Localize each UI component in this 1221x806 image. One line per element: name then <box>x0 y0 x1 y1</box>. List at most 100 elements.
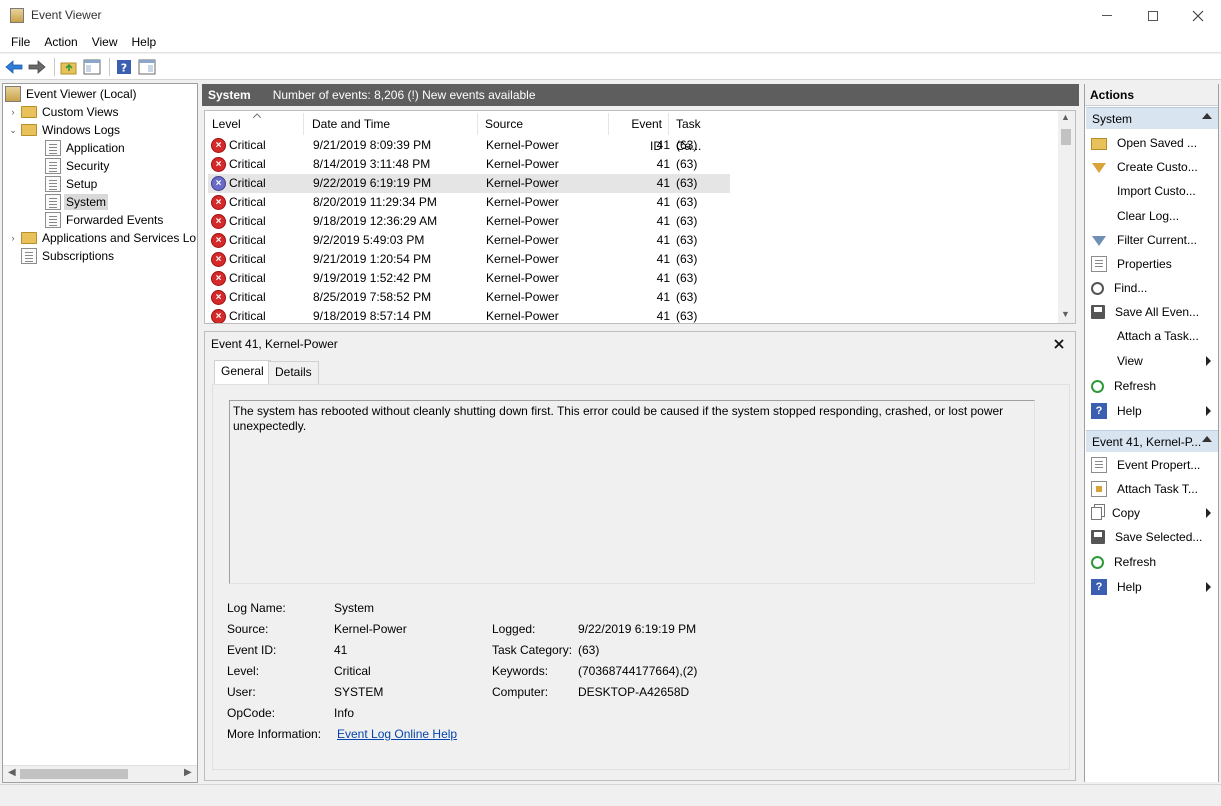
event-row[interactable]: × Critical 9/21/2019 1:20:54 PM Kernel-Powe… <box>208 250 730 269</box>
action-help-event[interactable]: ? Help <box>1085 576 1218 598</box>
actions-section-event[interactable]: Event 41, Kernel-P... <box>1086 430 1218 452</box>
task-category-label: Task Category: <box>492 643 573 657</box>
event-datetime: 8/14/2019 3:11:48 PM <box>313 157 431 171</box>
scroll-left-icon[interactable]: ◀ <box>8 767 16 778</box>
tree-item-system[interactable]: System <box>43 193 109 211</box>
menu-action[interactable]: Action <box>37 31 84 53</box>
tree-item-application[interactable]: Application <box>43 139 127 157</box>
action-help[interactable]: ? Help <box>1085 400 1218 422</box>
close-button[interactable] <box>1175 0 1221 31</box>
column-header-level[interactable]: Level <box>205 113 304 135</box>
action-import-custom-view[interactable]: Import Custo... <box>1085 180 1218 202</box>
event-task-category: (63) <box>676 176 698 190</box>
menu-help[interactable]: Help <box>125 31 164 53</box>
action-find[interactable]: Find... <box>1085 277 1218 299</box>
blank-icon <box>1091 183 1107 199</box>
action-view[interactable]: View <box>1085 350 1218 372</box>
column-header-date-time[interactable]: Date and Time <box>305 113 478 135</box>
event-row[interactable]: × Critical 9/18/2019 12:36:29 AM Kernel-Pow… <box>208 212 730 231</box>
column-header-source[interactable]: Source <box>478 113 609 135</box>
close-detail-button[interactable] <box>1054 334 1064 352</box>
action-open-saved-log[interactable]: Open Saved ... <box>1085 132 1218 154</box>
action-properties[interactable]: Properties <box>1085 253 1218 275</box>
keywords-value: (70368744177664),(2) <box>578 664 698 678</box>
tree-item-applications-and-services[interactable]: › Applications and Services Lo <box>7 229 197 247</box>
expand-chevron-icon[interactable]: › <box>7 107 19 117</box>
action-clear-log[interactable]: Clear Log... <box>1085 205 1218 227</box>
action-event-properties[interactable]: Event Propert... <box>1085 454 1218 476</box>
event-row[interactable]: × Critical 9/18/2019 8:57:14 PM Kernel-Powe… <box>208 307 730 323</box>
folder-icon <box>21 232 37 244</box>
event-row[interactable]: × Critical 9/2/2019 5:49:03 PM Kernel-Power… <box>208 231 730 250</box>
tree-label: Application <box>66 141 125 155</box>
tree-item-security[interactable]: Security <box>43 157 111 175</box>
action-label: Help <box>1117 580 1142 594</box>
action-label: Attach a Task... <box>1117 329 1199 343</box>
collapse-chevron-icon[interactable]: ⌄ <box>7 125 19 136</box>
event-row[interactable]: × Critical 8/20/2019 11:29:34 PM Kernel-Pow… <box>208 193 730 212</box>
column-header-event-id[interactable]: Event ID <box>609 113 669 153</box>
source-value: Kernel-Power <box>334 622 407 636</box>
tree-label: Security <box>66 159 110 173</box>
tree-item-event-viewer-local[interactable]: Event Viewer (Local) <box>5 85 139 103</box>
log-icon <box>45 194 61 210</box>
show-hide-tree-button[interactable] <box>82 57 102 77</box>
action-save-all-events[interactable]: Save All Even... <box>1085 301 1218 323</box>
action-copy[interactable]: Copy <box>1085 502 1218 524</box>
submenu-arrow-icon <box>1206 582 1211 592</box>
event-task-category: (63) <box>676 214 698 228</box>
expand-chevron-icon[interactable]: › <box>7 233 19 243</box>
scroll-right-icon[interactable]: ▶ <box>184 767 192 778</box>
action-refresh[interactable]: Refresh <box>1085 375 1218 397</box>
action-save-selected-events[interactable]: Save Selected... <box>1085 526 1218 548</box>
event-source: Kernel-Power <box>486 309 559 323</box>
minimize-button[interactable] <box>1084 0 1130 31</box>
event-log-online-help-link[interactable]: Event Log Online Help <box>337 727 457 741</box>
event-row[interactable]: × Critical 9/19/2019 1:52:42 PM Kernel-Powe… <box>208 269 730 288</box>
menu-file[interactable]: File <box>4 31 37 53</box>
event-id: 41 <box>656 290 670 304</box>
forward-button[interactable] <box>27 57 47 77</box>
tree-item-custom-views[interactable]: › Custom Views <box>7 103 120 121</box>
event-description[interactable]: The system has rebooted without cleanly … <box>229 400 1035 584</box>
event-level: Critical <box>229 309 266 323</box>
tab-details[interactable]: Details <box>268 361 319 384</box>
action-filter-current-log[interactable]: Filter Current... <box>1085 229 1218 251</box>
action-create-custom-view[interactable]: Create Custo... <box>1085 156 1218 178</box>
tree-item-windows-logs[interactable]: ⌄ Windows Logs <box>7 121 122 139</box>
event-level: Critical <box>229 271 266 285</box>
action-label: Open Saved ... <box>1117 136 1198 150</box>
scroll-up-icon[interactable]: ▲ <box>1061 112 1070 122</box>
blank-icon <box>1091 353 1107 369</box>
event-list-vertical-scrollbar[interactable]: ▲ ▼ <box>1058 111 1075 323</box>
menu-view[interactable]: View <box>85 31 125 53</box>
scrollbar-thumb[interactable] <box>1061 129 1071 145</box>
event-id: 41 <box>656 309 670 323</box>
refresh-icon <box>1091 379 1104 393</box>
help-button[interactable]: ? <box>114 57 134 77</box>
actions-section-system[interactable]: System <box>1086 107 1218 129</box>
event-source: Kernel-Power <box>486 290 559 304</box>
event-task-category: (63) <box>676 233 698 247</box>
scroll-down-icon[interactable]: ▼ <box>1061 309 1070 319</box>
action-attach-task-to-log[interactable]: Attach a Task... <box>1085 325 1218 347</box>
tree-item-forwarded-events[interactable]: Forwarded Events <box>43 211 165 229</box>
tab-general[interactable]: General <box>214 360 271 385</box>
event-source: Kernel-Power <box>486 233 559 247</box>
show-hide-action-pane-button[interactable] <box>137 57 157 77</box>
event-row[interactable]: × Critical 9/21/2019 8:09:39 PM Kernel-Powe… <box>208 136 730 155</box>
event-row[interactable]: × Critical 8/14/2019 3:11:48 PM Kernel-Powe… <box>208 155 730 174</box>
back-button[interactable] <box>4 57 24 77</box>
scrollbar-thumb[interactable] <box>20 769 128 779</box>
event-row[interactable]: × Critical 9/22/2019 6:19:19 PM Kernel-Powe… <box>208 174 730 193</box>
tree-horizontal-scrollbar[interactable]: ◀ ▶ <box>3 765 197 782</box>
action-refresh-event[interactable]: Refresh <box>1085 551 1218 573</box>
event-id: 41 <box>656 138 670 152</box>
action-attach-task-to-event[interactable]: Attach Task T... <box>1085 478 1218 500</box>
maximize-button[interactable] <box>1130 0 1176 31</box>
tree-item-subscriptions[interactable]: Subscriptions <box>7 247 116 265</box>
event-row[interactable]: × Critical 8/25/2019 7:58:52 PM Kernel-Powe… <box>208 288 730 307</box>
up-folder-button[interactable] <box>59 57 79 77</box>
column-header-task-category[interactable]: Task Ca... <box>669 113 729 153</box>
tree-item-setup[interactable]: Setup <box>43 175 99 193</box>
